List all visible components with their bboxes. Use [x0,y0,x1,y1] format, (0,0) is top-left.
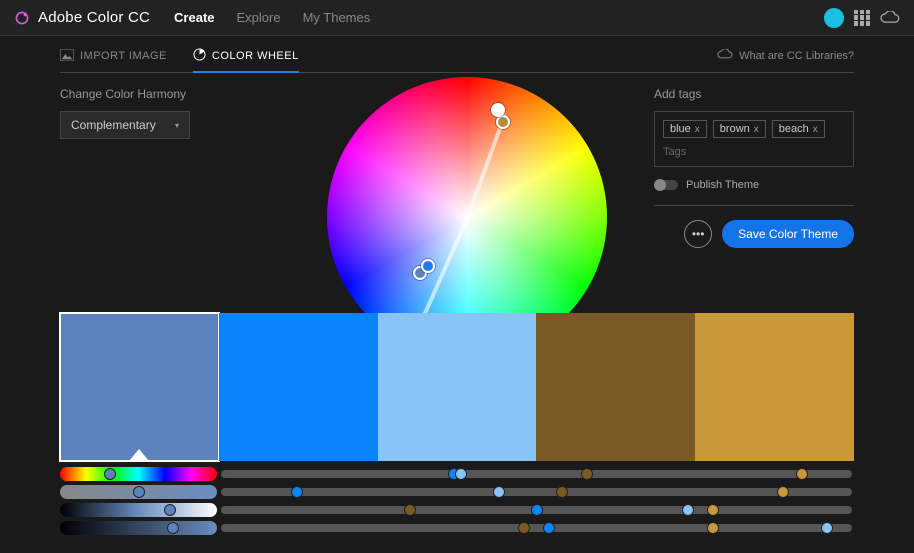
slider-label-handle[interactable] [164,504,176,516]
slider-label-sat[interactable] [60,485,217,499]
slider-handle-2-2[interactable] [404,504,416,516]
chevron-down-icon: ▾ [175,121,179,130]
slider-row-3 [60,519,854,537]
slider-handle-3-0[interactable] [543,522,555,534]
tag-remove-icon[interactable]: x [813,124,818,135]
swatch-1[interactable] [219,313,378,461]
swatch-2[interactable] [378,313,537,461]
avatar[interactable] [824,8,844,28]
swatch-3[interactable] [536,313,695,461]
slider-handle-3-2[interactable] [518,522,530,534]
nav-my-themes[interactable]: My Themes [303,10,371,25]
tab-import-image-label: IMPORT IMAGE [80,50,167,62]
tag-brown[interactable]: brownx [713,120,766,138]
nav-create[interactable]: Create [174,10,214,25]
swatch-4[interactable] [695,313,854,461]
slider-row-0 [60,465,854,483]
tab-color-wheel[interactable]: COLOR WHEEL [193,48,299,64]
slider-handle-3-1[interactable] [821,522,833,534]
slider-handle-1-1[interactable] [493,486,505,498]
slider-handle-1-3[interactable] [777,486,789,498]
slider-label-handle[interactable] [104,468,116,480]
tab-import-image[interactable]: IMPORT IMAGE [60,48,167,64]
save-theme-button[interactable]: Save Color Theme [722,220,854,248]
slider-handle-3-3[interactable] [707,522,719,534]
cc-libraries-label: What are CC Libraries? [739,50,854,62]
harmony-dropdown[interactable]: Complementary ▾ [60,111,190,139]
slider-handle-0-2[interactable] [581,468,593,480]
adobe-color-logo-icon [14,10,30,26]
slider-handle-1-2[interactable] [556,486,568,498]
wheel-marker-0[interactable] [496,115,510,129]
slider-label-handle[interactable] [133,486,145,498]
cc-libraries-link[interactable]: What are CC Libraries? [717,49,854,71]
tags-placeholder: Tags [663,146,686,158]
slider-handle-2-1[interactable] [682,504,694,516]
harmony-selected: Complementary [71,118,156,132]
publish-toggle[interactable] [654,180,678,190]
slider-handle-0-3[interactable] [796,468,808,480]
slider-row-1 [60,483,854,501]
tag-beach[interactable]: beachx [772,120,825,138]
more-actions-button[interactable]: ••• [684,220,712,248]
slider-label-handle[interactable] [167,522,179,534]
wheel-icon [193,48,206,64]
tags-label: Add tags [654,87,854,101]
slider-track-0[interactable] [221,470,852,478]
slider-label-rgb[interactable] [60,521,217,535]
primary-nav: Create Explore My Themes [174,10,370,25]
creative-cloud-small-icon [717,49,733,63]
swatch-0[interactable] [60,313,219,461]
slider-handle-2-0[interactable] [531,504,543,516]
wheel-marker-1[interactable] [491,103,505,117]
apps-grid-icon[interactable] [854,10,870,26]
slider-handle-1-0[interactable] [291,486,303,498]
nav-explore[interactable]: Explore [237,10,281,25]
image-icon [60,49,74,64]
slider-row-2 [60,501,854,519]
slider-track-2[interactable] [221,506,852,514]
tag-remove-icon[interactable]: x [695,124,700,135]
creative-cloud-icon[interactable] [880,11,900,25]
slider-track-3[interactable] [221,524,852,532]
slider-label-light[interactable] [60,503,217,517]
slider-handle-0-1[interactable] [455,468,467,480]
wheel-marker-3[interactable] [421,259,435,273]
app-title: Adobe Color CC [38,9,150,26]
top-bar: Adobe Color CC Create Explore My Themes [0,0,914,36]
tags-box[interactable]: bluex brownx beachx Tags [654,111,854,167]
harmony-label: Change Color Harmony [60,87,280,101]
tag-remove-icon[interactable]: x [754,124,759,135]
sliders-panel [60,461,854,537]
slider-label-hue[interactable] [60,467,217,481]
tab-color-wheel-label: COLOR WHEEL [212,50,299,62]
slider-track-1[interactable] [221,488,852,496]
tag-blue[interactable]: bluex [663,120,707,138]
swatch-row [60,313,854,461]
slider-handle-2-3[interactable] [707,504,719,516]
publish-label: Publish Theme [686,179,759,191]
